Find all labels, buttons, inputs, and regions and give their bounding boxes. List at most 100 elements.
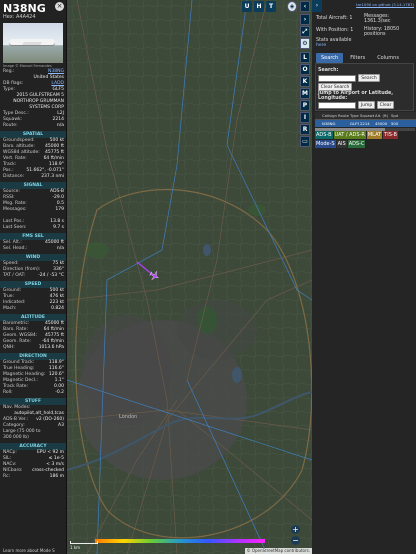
messages-rate: Messages: 1361.3/sec: [364, 14, 391, 24]
info-row: TAT / OAT: -24 / -53 °C: [0, 273, 66, 279]
info-value: 237.3 nmi: [41, 174, 64, 179]
settings-icon[interactable]: ⚙: [300, 38, 310, 49]
scale-bar: 1 km: [70, 541, 98, 550]
stats-link[interactable]: here: [316, 43, 326, 48]
section-header-accuracy: ACCURACY: [0, 443, 66, 450]
search-label: Search:: [318, 68, 339, 73]
info-label: Sel. Head.:: [3, 246, 28, 251]
aircraft-list-panel: › tar1090 on github (3.14.1767) Total Ai…: [312, 0, 416, 554]
section-header-fms-sel: FMS SEL: [0, 233, 66, 240]
section-header-altitude: ALTITUDE: [0, 314, 66, 321]
route-row: Route: n/a: [3, 123, 64, 128]
section-header-speed: SPEED: [0, 281, 66, 288]
section-header-direction: DIRECTION: [0, 353, 66, 360]
clear-search-button[interactable]: Clear Search: [318, 83, 352, 91]
info-label: Last Seen:: [3, 225, 27, 230]
table-cell: 45000: [375, 121, 388, 126]
aircraft-info-panel: N38NG Hex: A4A424 × Image © Manuel Ferna…: [0, 0, 67, 554]
section-header-wind: WIND: [0, 254, 66, 261]
info-label: Distance:: [3, 174, 25, 179]
source-badge: Mode-S: [315, 140, 336, 148]
info-value: 179: [55, 207, 64, 212]
map-attribution: © OpenStreetMap contributors.: [244, 548, 312, 554]
table-row[interactable]: N38NG GLF5 2214 45000 500: [315, 120, 416, 127]
source-badge: ADS-C: [347, 140, 366, 148]
info-row: Last Seen: 9.7 s: [0, 225, 66, 231]
map-button-m[interactable]: M: [300, 88, 310, 99]
map-view[interactable]: London U H T ◈ ‹ › ⤢ ⚙ L O K M P I R ▭ +…: [67, 0, 312, 554]
source-badge: MLAT: [366, 131, 383, 139]
column-header[interactable]: Squawk: [359, 112, 374, 119]
info-sections: SPATIAL Groundspeed: 500 kt Baro. altitude:…: [0, 131, 66, 480]
info-value: -0.2: [55, 390, 64, 395]
search-button[interactable]: Search: [358, 74, 380, 82]
info-value: n/a: [56, 246, 64, 251]
info-row: QNH: 1013.6 hPa: [0, 345, 66, 351]
jump-button[interactable]: Jump: [358, 101, 375, 109]
close-icon[interactable]: ×: [55, 2, 64, 11]
column-header[interactable]: Route: [337, 112, 349, 119]
panel-tabs: Search Filters Columns: [316, 53, 404, 63]
column-header[interactable]: Type: [349, 112, 359, 119]
search-panel: Search: Search Clear Search Jump to Airp…: [315, 63, 414, 111]
section-header-signal: SIGNAL: [0, 182, 66, 189]
jump-label: Jump to Airport or Latitude, Longitude:: [318, 91, 394, 101]
top-button-u[interactable]: U: [242, 1, 252, 12]
tab-filters[interactable]: Filters: [345, 53, 370, 63]
panel-toggle-icon[interactable]: ›: [312, 0, 322, 12]
table-cell: N38NG: [322, 121, 336, 126]
info-row: Rc: 186 m: [0, 474, 66, 480]
column-header[interactable]: Alt. (ft): [374, 112, 390, 119]
source-legend: ADS-B UAT / ADS-R MLAT TIS-B Mode-S AIS ADS-C: [315, 131, 415, 148]
info-label: Mach:: [3, 306, 17, 311]
total-aircraft: Total Aircraft: 1: [316, 16, 353, 21]
top-button-h[interactable]: H: [254, 1, 264, 12]
table-cell: 500: [391, 121, 399, 126]
source-badge: AIS: [336, 140, 347, 148]
column-header[interactable]: Spd: [390, 112, 400, 119]
map-button-k[interactable]: K: [300, 76, 310, 87]
jump-input[interactable]: [318, 102, 356, 109]
section-header-spatial: SPATIAL: [0, 131, 66, 138]
info-row: Mach: 0.824: [0, 306, 66, 312]
info-label: QNH:: [3, 345, 15, 350]
github-link[interactable]: tar1090 on github (3.14.1767): [324, 2, 414, 7]
city-label: London: [119, 414, 137, 420]
table-cell: [337, 120, 349, 127]
map-button-o[interactable]: O: [300, 64, 310, 75]
clear-button[interactable]: Clear: [377, 101, 394, 109]
top-button-t[interactable]: T: [266, 1, 276, 12]
info-row: Roll: -0.2: [0, 390, 66, 396]
source-badge: ADS-B: [315, 131, 333, 139]
expand-arrow-icon[interactable]: ›: [300, 14, 310, 25]
map-button-box[interactable]: ▭: [300, 136, 310, 147]
layers-icon[interactable]: ◈: [287, 1, 297, 12]
map-button-l[interactable]: L: [300, 52, 310, 63]
source-badge: TIS-B: [383, 131, 398, 139]
table-cell: 2214: [360, 121, 370, 126]
tab-columns[interactable]: Columns: [372, 53, 404, 63]
info-value: 0.824: [51, 306, 64, 311]
mode-s-link[interactable]: Learn more about Mode S: [0, 547, 66, 554]
map-button-p[interactable]: P: [300, 100, 310, 111]
aircraft-photo[interactable]: [3, 23, 63, 63]
info-label: 300 000 lb): [3, 435, 29, 440]
info-label: TAT / OAT:: [3, 273, 26, 278]
collapse-panel-icon[interactable]: ‹: [300, 1, 310, 12]
info-label: Roll:: [3, 390, 13, 395]
info-value: A3: [58, 423, 64, 428]
map-canvas[interactable]: London: [67, 0, 312, 554]
map-button-i[interactable]: I: [300, 112, 310, 123]
column-header[interactable]: Callsign: [321, 112, 337, 119]
info-label: Messages:: [3, 207, 27, 212]
tab-search[interactable]: Search: [316, 53, 344, 63]
info-row: Sel. Head.: n/a: [0, 246, 66, 252]
fullscreen-icon[interactable]: ⤢: [300, 26, 310, 37]
search-input[interactable]: [318, 75, 356, 82]
info-label: Rc:: [3, 474, 11, 479]
info-row: 300 000 lb): [0, 435, 66, 441]
zoom-out-button[interactable]: −: [291, 536, 300, 545]
map-button-r[interactable]: R: [300, 124, 310, 135]
zoom-in-button[interactable]: +: [291, 525, 300, 534]
info-value: 1013.6 hPa: [38, 345, 64, 350]
